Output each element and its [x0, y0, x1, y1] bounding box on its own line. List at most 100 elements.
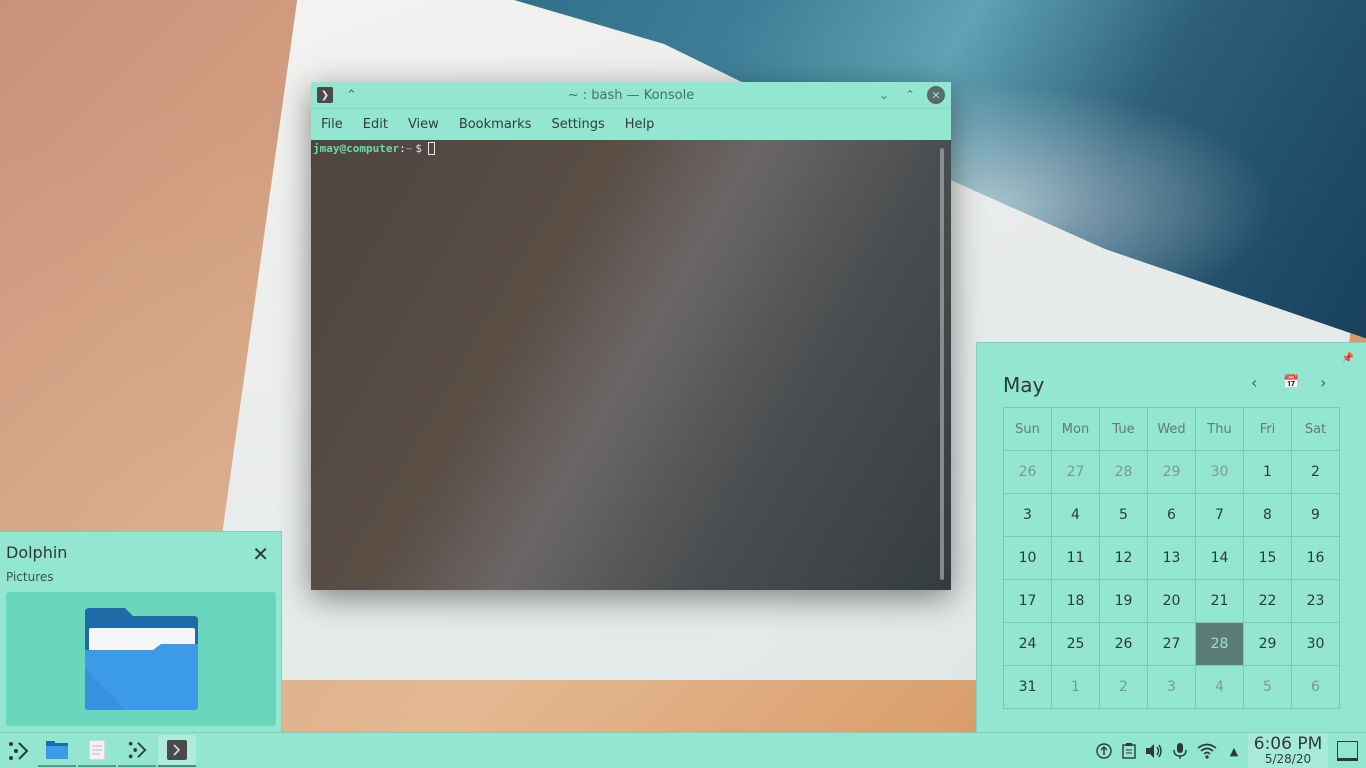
keep-above-icon[interactable]: ⌃ — [346, 88, 357, 103]
calendar-grid: Sun Mon Tue Wed Thu Fri Sat 26 27 28 29 30 1 2 3 4 5 6 7 8 9… — [1003, 407, 1340, 709]
calendar-day[interactable]: 21 — [1196, 580, 1244, 623]
notification-title: Dolphin — [6, 543, 68, 562]
calendar-day[interactable]: 16 — [1292, 537, 1340, 580]
calendar-day[interactable]: 2 — [1292, 451, 1340, 494]
calendar-day[interactable]: 22 — [1244, 580, 1292, 623]
calendar-day[interactable]: 29 — [1244, 623, 1292, 666]
calendar-day[interactable]: 20 — [1148, 580, 1196, 623]
calendar-day[interactable]: 12 — [1100, 537, 1148, 580]
calendar-day[interactable]: 4 — [1052, 494, 1100, 537]
notification-thumbnail[interactable] — [6, 592, 276, 726]
clock-date: 5/28/20 — [1264, 752, 1312, 766]
menu-edit[interactable]: Edit — [356, 109, 395, 140]
folder-icon — [85, 608, 198, 710]
show-desktop-button[interactable] — [1337, 741, 1358, 761]
menu-help[interactable]: Help — [618, 109, 662, 140]
microphone-icon[interactable] — [1169, 739, 1191, 763]
calendar-day[interactable]: 27 — [1148, 623, 1196, 666]
volume-icon[interactable] — [1143, 739, 1165, 763]
notification-body: Pictures — [6, 570, 54, 584]
calendar-day[interactable]: 26 — [1100, 623, 1148, 666]
menu-view[interactable]: View — [401, 109, 446, 140]
calendar-day[interactable]: 3 — [1004, 494, 1052, 537]
terminal-area[interactable]: jmay@computer: ~ $ — [311, 140, 951, 590]
calendar-day[interactable]: 13 — [1148, 537, 1196, 580]
konsole-titlebar[interactable]: ❯ ⌃ ~ : bash — Konsole ⌄ ⌃ ✕ — [311, 82, 951, 109]
calendar-day[interactable]: 25 — [1052, 623, 1100, 666]
calendar-day[interactable]: 5 — [1100, 494, 1148, 537]
today-calendar-icon[interactable]: 📅 — [1283, 375, 1299, 390]
close-icon[interactable]: ✕ — [927, 86, 945, 104]
calendar-day[interactable]: 30 — [1196, 451, 1244, 494]
calendar-day[interactable]: 9 — [1292, 494, 1340, 537]
calendar-day[interactable]: 5 — [1244, 666, 1292, 709]
calendar-day[interactable]: 31 — [1004, 666, 1052, 709]
clock-time: 6:06 PM — [1253, 734, 1323, 754]
calendar-day[interactable]: 7 — [1196, 494, 1244, 537]
close-icon[interactable]: ✕ — [252, 542, 269, 566]
prompt-path: ~ — [405, 142, 413, 155]
weekday-header: Tue — [1100, 408, 1148, 451]
calendar-day[interactable]: 6 — [1292, 666, 1340, 709]
calendar-day[interactable]: 28 — [1100, 451, 1148, 494]
konsole-app-icon[interactable]: ❯ — [317, 87, 333, 103]
calendar-day[interactable]: 4 — [1196, 666, 1244, 709]
calendar-day[interactable]: 18 — [1052, 580, 1100, 623]
calendar-day[interactable]: 1 — [1052, 666, 1100, 709]
menu-file[interactable]: File — [314, 109, 350, 140]
text-cursor — [427, 142, 435, 155]
maximize-icon[interactable]: ⌃ — [901, 86, 919, 104]
konsole-task-icon[interactable] — [158, 735, 196, 767]
calendar-day[interactable]: 3 — [1148, 666, 1196, 709]
expand-tray-icon[interactable]: ▲ — [1223, 739, 1245, 763]
clipboard-icon[interactable] — [1118, 739, 1140, 763]
calendar-day[interactable]: 23 — [1292, 580, 1340, 623]
calendar-day[interactable]: 10 — [1004, 537, 1052, 580]
weekday-header: Mon — [1052, 408, 1100, 451]
document-task-icon[interactable] — [78, 735, 116, 767]
calendar-day[interactable]: 1 — [1244, 451, 1292, 494]
calendar-day[interactable]: 6 — [1148, 494, 1196, 537]
calendar-day[interactable]: 29 — [1148, 451, 1196, 494]
calendar-day[interactable]: 8 — [1244, 494, 1292, 537]
dolphin-notification[interactable]: Dolphin ✕ Pictures — [0, 531, 282, 732]
prompt-symbol: $ — [415, 142, 422, 155]
weekday-header: Wed — [1148, 408, 1196, 451]
prompt-user: jmay@computer — [313, 142, 400, 155]
calendar-day[interactable]: 19 — [1100, 580, 1148, 623]
calendar-month: May — [1003, 373, 1045, 397]
calendar-day[interactable]: 11 — [1052, 537, 1100, 580]
terminal-scrollbar[interactable] — [940, 148, 944, 580]
konsole-window[interactable]: ❯ ⌃ ~ : bash — Konsole ⌄ ⌃ ✕ File Edit V… — [311, 82, 951, 590]
calendar-day[interactable]: 14 — [1196, 537, 1244, 580]
pin-icon[interactable]: 📌 — [1342, 353, 1354, 364]
calendar-day-today[interactable]: 28 — [1196, 623, 1244, 666]
weekday-header: Sun — [1004, 408, 1052, 451]
calendar-day[interactable]: 2 — [1100, 666, 1148, 709]
prev-month-icon[interactable]: ‹ — [1251, 373, 1257, 392]
calendar-day[interactable]: 15 — [1244, 537, 1292, 580]
menubar: File Edit View Bookmarks Settings Help — [311, 109, 951, 140]
calendar-day[interactable]: 24 — [1004, 623, 1052, 666]
next-month-icon[interactable]: › — [1320, 373, 1326, 392]
window-title: ~ : bash — Konsole — [567, 87, 695, 103]
app-launcher-icon[interactable] — [4, 737, 32, 765]
calendar-day[interactable]: 26 — [1004, 451, 1052, 494]
menu-settings[interactable]: Settings — [544, 109, 611, 140]
wifi-icon[interactable] — [1196, 739, 1218, 763]
calendar-day[interactable]: 27 — [1052, 451, 1100, 494]
calendar-day[interactable]: 30 — [1292, 623, 1340, 666]
update-icon[interactable] — [1093, 739, 1115, 763]
shell-prompt: jmay@computer: ~ $ — [313, 142, 435, 155]
weekday-header: Sat — [1292, 408, 1340, 451]
plasma-task-icon[interactable] — [118, 735, 156, 767]
minimize-icon[interactable]: ⌄ — [875, 86, 893, 104]
dolphin-task-icon[interactable] — [38, 735, 76, 767]
prompt-colon: : — [399, 142, 406, 155]
weekday-header: Thu — [1196, 408, 1244, 451]
weekday-header: Fri — [1244, 408, 1292, 451]
calendar-popup: 📌 May ‹ 📅 › Sun Mon Tue Wed Thu Fri Sat 26 27 28 2… — [976, 342, 1366, 732]
menu-bookmarks[interactable]: Bookmarks — [452, 109, 539, 140]
calendar-day[interactable]: 17 — [1004, 580, 1052, 623]
taskbar: ▲ 6:06 PM 5/28/20 — [0, 732, 1366, 768]
